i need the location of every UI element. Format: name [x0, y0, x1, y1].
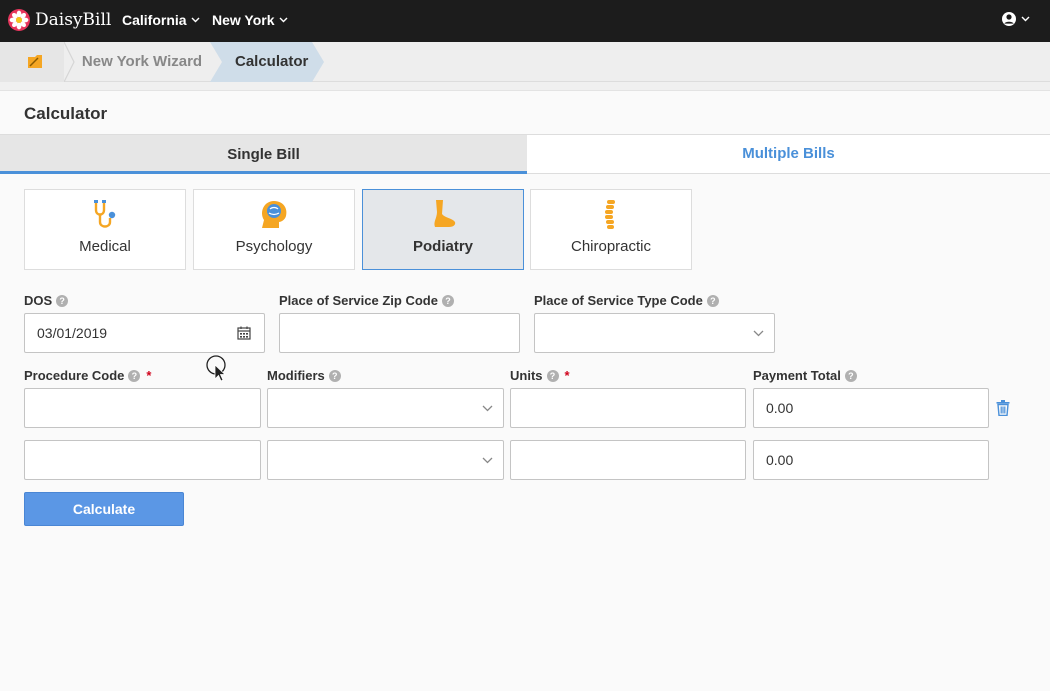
breadcrumb-new-york-wizard[interactable]: New York Wizard	[72, 42, 212, 82]
page-title: Calculator	[24, 104, 108, 123]
chevron-down-icon	[191, 17, 200, 23]
breadcrumb-calculator[interactable]: Calculator	[210, 42, 324, 82]
modifiers-select[interactable]	[267, 440, 504, 480]
payment-total-label: Payment Total ?	[753, 368, 857, 383]
specialty-card-chiropractic[interactable]: Chiropractic	[530, 189, 692, 270]
chevron-down-icon	[1021, 16, 1030, 22]
brain-icon	[262, 201, 287, 228]
help-icon[interactable]: ?	[546, 369, 559, 382]
help-icon[interactable]: ?	[706, 294, 719, 307]
procedure-code-input[interactable]	[24, 440, 261, 480]
chevron-down-icon	[279, 17, 288, 23]
procedure-code-label-text: Procedure Code	[24, 368, 125, 383]
payment-total-field: 0.00	[753, 388, 989, 428]
payment-total-label-text: Payment Total	[753, 368, 841, 383]
type-code-label-text: Place of Service Type Code	[534, 293, 703, 308]
specialty-card-medical[interactable]: Medical	[24, 189, 186, 270]
nav-california-label: California	[122, 12, 187, 28]
nav-california-dropdown[interactable]: California	[122, 12, 200, 28]
procedure-code-input[interactable]	[24, 388, 261, 428]
user-menu-dropdown[interactable]	[1001, 11, 1030, 27]
mouse-cursor-icon	[206, 355, 227, 382]
payment-total-value: 0.00	[766, 452, 794, 468]
brand-logo[interactable]: DaisyBill	[8, 9, 111, 31]
spine-icon	[605, 200, 615, 229]
specialty-label-chiropractic: Chiropractic	[570, 238, 652, 255]
dos-value: 03/01/2019	[37, 325, 108, 341]
payment-total-field: 0.00	[753, 440, 989, 480]
specialty-label-psychology: Psychology	[235, 238, 313, 255]
dos-label: DOS ?	[24, 293, 69, 308]
units-input[interactable]	[510, 388, 746, 428]
type-code-label: Place of Service Type Code ?	[534, 293, 719, 308]
tab-single-bill[interactable]: Single Bill	[0, 134, 527, 174]
nav-new-york-dropdown[interactable]: New York	[212, 12, 288, 28]
help-icon[interactable]: ?	[328, 369, 341, 382]
help-icon[interactable]: ?	[844, 369, 857, 382]
units-label-text: Units	[510, 368, 543, 383]
foot-icon	[434, 200, 456, 227]
calendar-icon[interactable]	[237, 326, 251, 340]
brand-name: DaisyBill	[35, 10, 112, 30]
user-account-icon	[1002, 12, 1016, 26]
stethoscope-icon	[94, 200, 116, 228]
procedure-code-label: Procedure Code ? *	[24, 368, 151, 383]
home-folder-icon	[28, 55, 42, 68]
specialty-card-podiatry[interactable]: Podiatry	[362, 189, 524, 270]
modifiers-label: Modifiers ?	[267, 368, 341, 383]
units-label: Units ? *	[510, 368, 570, 383]
daisy-logo-icon	[8, 9, 30, 31]
trash-icon[interactable]	[996, 400, 1010, 416]
help-icon[interactable]: ?	[441, 294, 454, 307]
zip-code-input[interactable]	[279, 313, 520, 353]
specialty-label-medical: Medical	[79, 238, 131, 255]
help-icon[interactable]: ?	[56, 294, 69, 307]
chevron-down-icon	[482, 457, 493, 464]
required-marker: *	[146, 368, 152, 383]
chevron-down-icon	[482, 405, 493, 412]
top-navbar: DaisyBill California New York	[0, 0, 1050, 42]
required-marker: *	[564, 368, 570, 383]
breadcrumb-home[interactable]	[0, 42, 64, 82]
dos-label-text: DOS	[24, 293, 53, 308]
nav-new-york-label: New York	[212, 12, 275, 28]
tab-multiple-bills[interactable]: Multiple Bills	[527, 134, 1050, 174]
modifiers-label-text: Modifiers	[267, 368, 325, 383]
specialty-card-psychology[interactable]: Psychology	[193, 189, 355, 270]
zip-code-label-text: Place of Service Zip Code	[279, 293, 438, 308]
type-code-select[interactable]	[534, 313, 775, 353]
dos-date-input[interactable]: 03/01/2019	[24, 313, 265, 353]
payment-total-value: 0.00	[766, 400, 794, 416]
units-input[interactable]	[510, 440, 746, 480]
calculate-button[interactable]: Calculate	[24, 492, 184, 526]
zip-code-label: Place of Service Zip Code ?	[279, 293, 454, 308]
modifiers-select[interactable]	[267, 388, 504, 428]
chevron-down-icon	[753, 330, 764, 337]
help-icon[interactable]: ?	[128, 369, 141, 382]
breadcrumb: New York Wizard Calculator	[0, 42, 1050, 82]
header-divider	[0, 82, 1050, 91]
specialty-label-podiatry: Podiatry	[412, 238, 473, 255]
